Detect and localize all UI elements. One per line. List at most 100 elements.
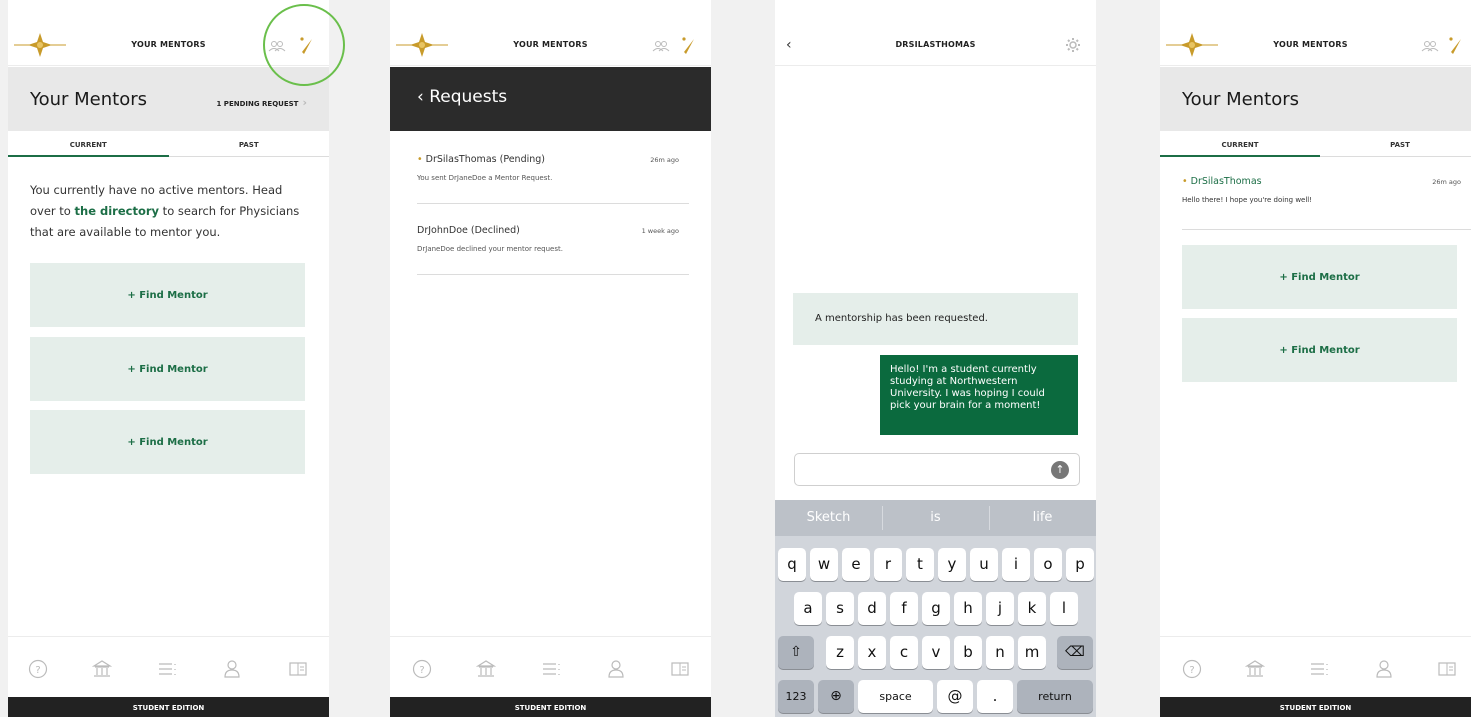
find-mentor-button[interactable]: + Find Mentor [1182,318,1457,382]
tab-past[interactable]: PAST [1320,141,1471,149]
request-message: You sent DrJaneDoe a Mentor Request. [417,174,553,182]
profile-icon[interactable] [606,659,626,679]
key[interactable]: t [906,548,934,581]
return-key[interactable]: return [1017,680,1093,713]
help-icon[interactable]: ? [412,659,432,679]
top-bar: YOUR MENTORS [390,0,711,66]
back-chevron-icon[interactable]: ‹ [417,87,429,107]
mentor-list-item[interactable]: • DrSilasThomas Hello there! I hope you'… [1182,168,1471,230]
book-icon[interactable] [1437,659,1457,679]
help-icon[interactable]: ? [28,659,48,679]
key[interactable]: y [938,548,966,581]
tab-current[interactable]: CURRENT [1160,141,1320,149]
gear-icon[interactable] [1065,37,1081,53]
shift-icon[interactable]: ⇧ [778,636,814,669]
suggestion[interactable]: Sketch [775,500,882,536]
screen-chat: ‹ DRSILASTHOMAS A mentorship has been re… [775,0,1096,717]
list-icon[interactable] [542,659,562,679]
key[interactable]: r [874,548,902,581]
edition-footer: STUDENT EDITION [1160,697,1471,717]
find-mentor-button[interactable]: + Find Mentor [30,263,305,327]
numbers-key[interactable]: 123 [778,680,814,713]
key[interactable]: b [954,636,982,669]
key[interactable]: k [1018,592,1046,625]
key[interactable]: n [986,636,1014,669]
find-mentor-button[interactable]: + Find Mentor [30,337,305,401]
page-title: Your Mentors [30,89,148,110]
key[interactable]: v [922,636,950,669]
book-icon[interactable] [288,659,308,679]
pending-request-link[interactable]: 1 PENDING REQUEST › [217,96,308,109]
globe-icon[interactable]: ⊕ [818,680,854,713]
bottom-tab-bar: ? [390,636,711,697]
predictive-bar: Sketch is life [775,500,1096,536]
request-time: 1 week ago [641,227,679,235]
tab-current[interactable]: CURRENT [8,141,169,149]
profile-icon[interactable] [1374,659,1394,679]
empty-state-message: You currently have no active mentors. He… [30,180,309,243]
send-arrow-icon[interactable]: ↑ [1051,461,1069,479]
page-title: ‹ Requests [417,87,507,107]
sent-message-bubble: Hello! I'm a student currently studying … [880,355,1078,435]
page-title: Your Mentors [1182,89,1300,110]
key[interactable]: e [842,548,870,581]
mentors-people-icon[interactable] [652,40,670,52]
key[interactable]: u [970,548,998,581]
mentors-people-icon[interactable] [1421,40,1439,52]
key[interactable]: o [1034,548,1062,581]
key[interactable]: i [1002,548,1030,581]
suggestion[interactable]: is [882,500,989,536]
system-message: A mentorship has been requested. [793,293,1078,345]
request-item[interactable]: DrJohnDoe (Declined) DrJaneDoe declined … [417,215,689,275]
active-tab-indicator [8,155,169,157]
key[interactable]: p [1066,548,1094,581]
svg-text:?: ? [419,665,424,676]
tab-past[interactable]: PAST [169,141,330,149]
compose-icon[interactable] [1447,36,1463,56]
mentors-header: Your Mentors [1160,67,1471,131]
directory-link[interactable]: the directory [75,204,160,218]
institution-icon[interactable] [92,659,112,679]
key[interactable]: j [986,592,1014,625]
backspace-icon[interactable]: ⌫ [1057,636,1093,669]
message-input[interactable]: ↑ [794,453,1080,486]
dot-key[interactable]: . [977,680,1013,713]
key[interactable]: q [778,548,806,581]
bottom-tab-bar: ? [8,636,329,697]
find-mentor-button[interactable]: + Find Mentor [30,410,305,474]
chat-title: DRSILASTHOMAS [895,40,976,49]
key[interactable]: f [890,592,918,625]
key[interactable]: x [858,636,886,669]
key[interactable]: w [810,548,838,581]
list-icon[interactable] [1310,659,1330,679]
screen-your-mentors-empty: YOUR MENTORS Your Mentors 1 PENDING REQU… [8,0,329,717]
key[interactable]: g [922,592,950,625]
chevron-right-icon: › [302,96,307,109]
mentor-tabs: CURRENT PAST [1160,131,1471,157]
book-icon[interactable] [670,659,690,679]
at-key[interactable]: @ [937,680,973,713]
key[interactable]: s [826,592,854,625]
key[interactable]: d [858,592,886,625]
institution-icon[interactable] [476,659,496,679]
edition-footer: STUDENT EDITION [390,697,711,717]
help-icon[interactable]: ? [1182,659,1202,679]
request-name-text: DrSilasThomas (Pending) [425,154,545,165]
space-key[interactable]: space [858,680,933,713]
mentor-time: 26m ago [1432,178,1461,186]
request-item[interactable]: • DrSilasThomas (Pending) You sent DrJan… [417,144,689,204]
compose-icon[interactable] [680,36,696,56]
key[interactable]: z [826,636,854,669]
institution-icon[interactable] [1245,659,1265,679]
suggestion[interactable]: life [989,500,1096,536]
key[interactable]: h [954,592,982,625]
unread-dot-icon: • [417,154,426,165]
key[interactable]: a [794,592,822,625]
list-icon[interactable] [158,659,178,679]
key[interactable]: c [890,636,918,669]
find-mentor-button[interactable]: + Find Mentor [1182,245,1457,309]
key[interactable]: l [1050,592,1078,625]
mentor-name: • DrSilasThomas [1182,176,1262,187]
key[interactable]: m [1018,636,1046,669]
profile-icon[interactable] [222,659,242,679]
